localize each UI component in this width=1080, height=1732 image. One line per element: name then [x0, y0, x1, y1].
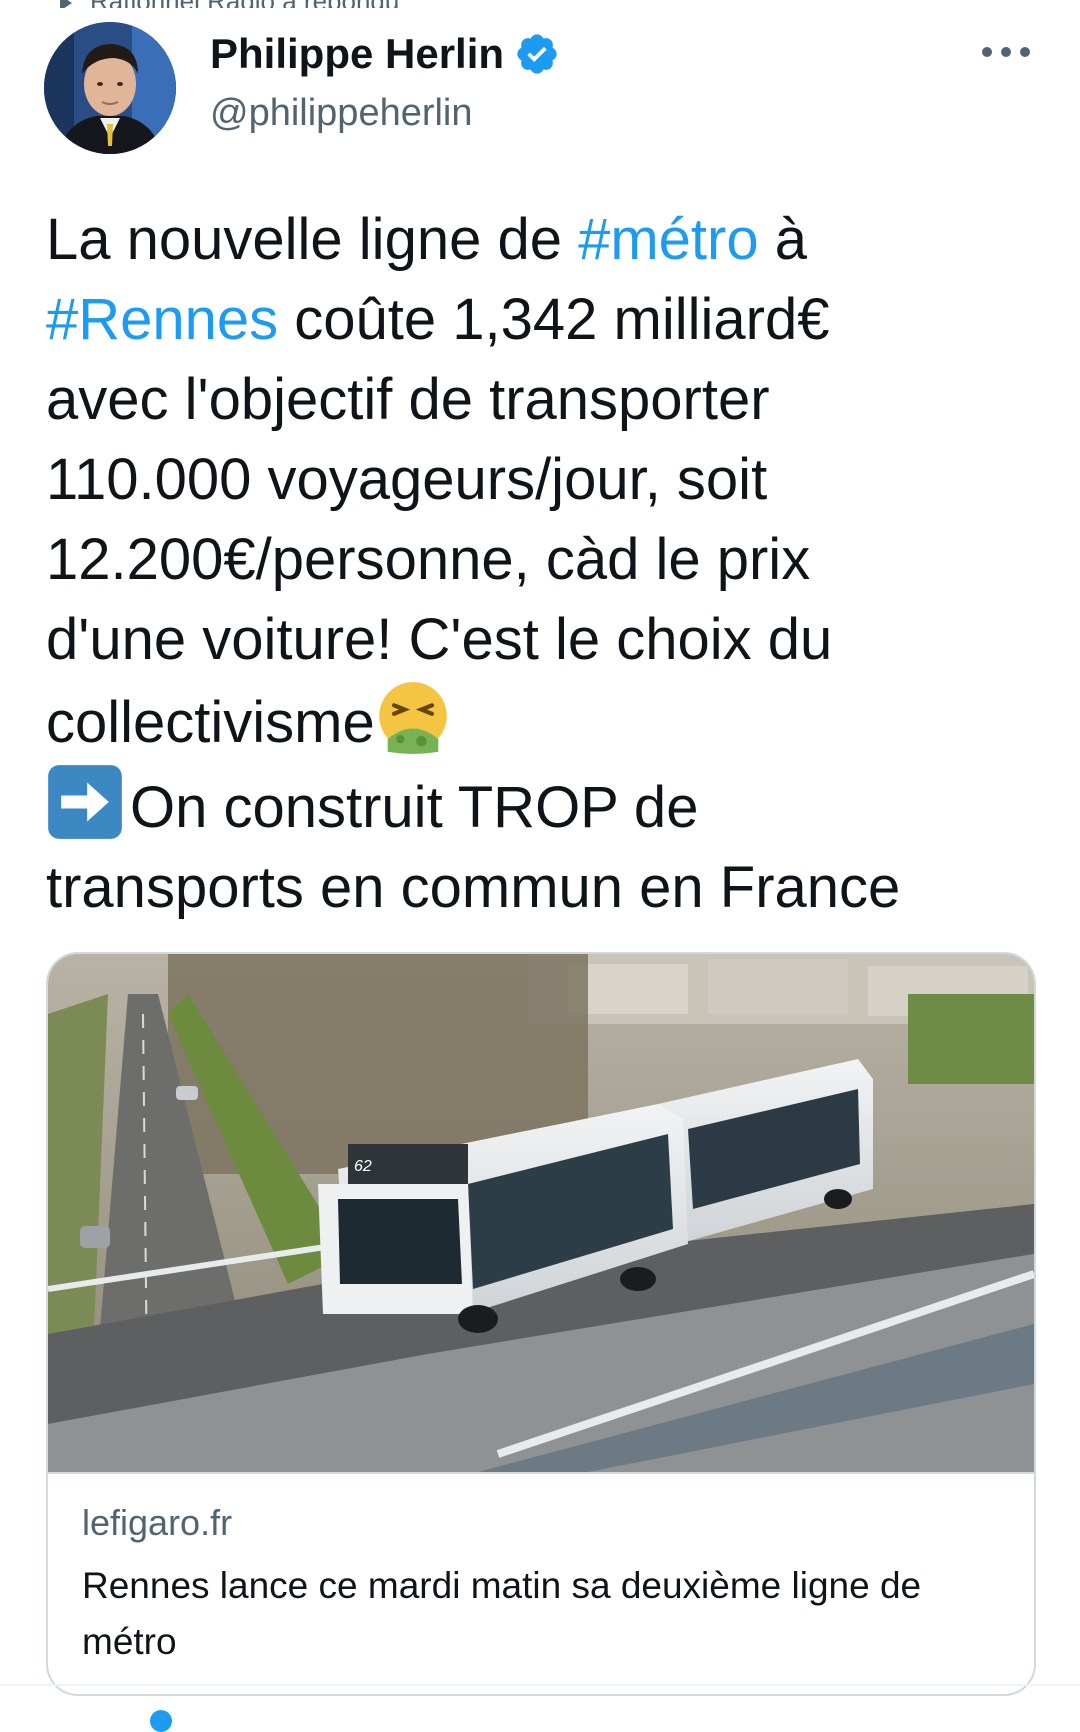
reply-arrow-icon [60, 0, 72, 8]
hashtag-rennes[interactable]: #Rennes [46, 287, 278, 352]
more-dot [1001, 47, 1011, 57]
more-dot [982, 47, 992, 57]
avatar-photo [44, 22, 176, 154]
link-card-domain: lefigaro.fr [82, 1502, 233, 1543]
right-arrow-icon [48, 765, 122, 839]
tweet-text: La nouvelle ligne de #métro à #Rennes co… [46, 200, 1046, 928]
notification-dot-icon [150, 1710, 172, 1732]
author-name-row[interactable]: Philippe Herlin [210, 30, 560, 78]
tweet-text-segment: à [774, 207, 807, 272]
more-dot [1020, 47, 1030, 57]
reply-context: Rationnel Radio a répondu [60, 0, 580, 8]
tweet-text-segment: La nouvelle ligne de [46, 207, 579, 272]
link-card-image: 62 [48, 954, 1034, 1474]
hashtag-metro[interactable]: #métro [578, 207, 759, 272]
author-name[interactable]: Philippe Herlin [210, 30, 504, 78]
verified-badge-icon [517, 34, 557, 74]
author-handle[interactable]: @philippeherlin [210, 92, 473, 135]
more-options-icon[interactable] [982, 40, 1030, 64]
avatar[interactable] [44, 22, 176, 154]
link-card[interactable]: 62 lefigaro.fr Rennes lance ce mardi mat… [46, 952, 1036, 1696]
link-card-title[interactable]: Rennes lance ce mardi matin sa deuxième … [82, 1558, 1022, 1670]
train-number: 62 [354, 1158, 372, 1175]
divider [0, 1684, 1080, 1686]
nauseated-face-icon [378, 682, 447, 754]
tweet-text-line-2: On construit TROP de transports en commu… [46, 775, 901, 920]
reply-context-text: Rationnel Radio a répondu [90, 0, 399, 8]
